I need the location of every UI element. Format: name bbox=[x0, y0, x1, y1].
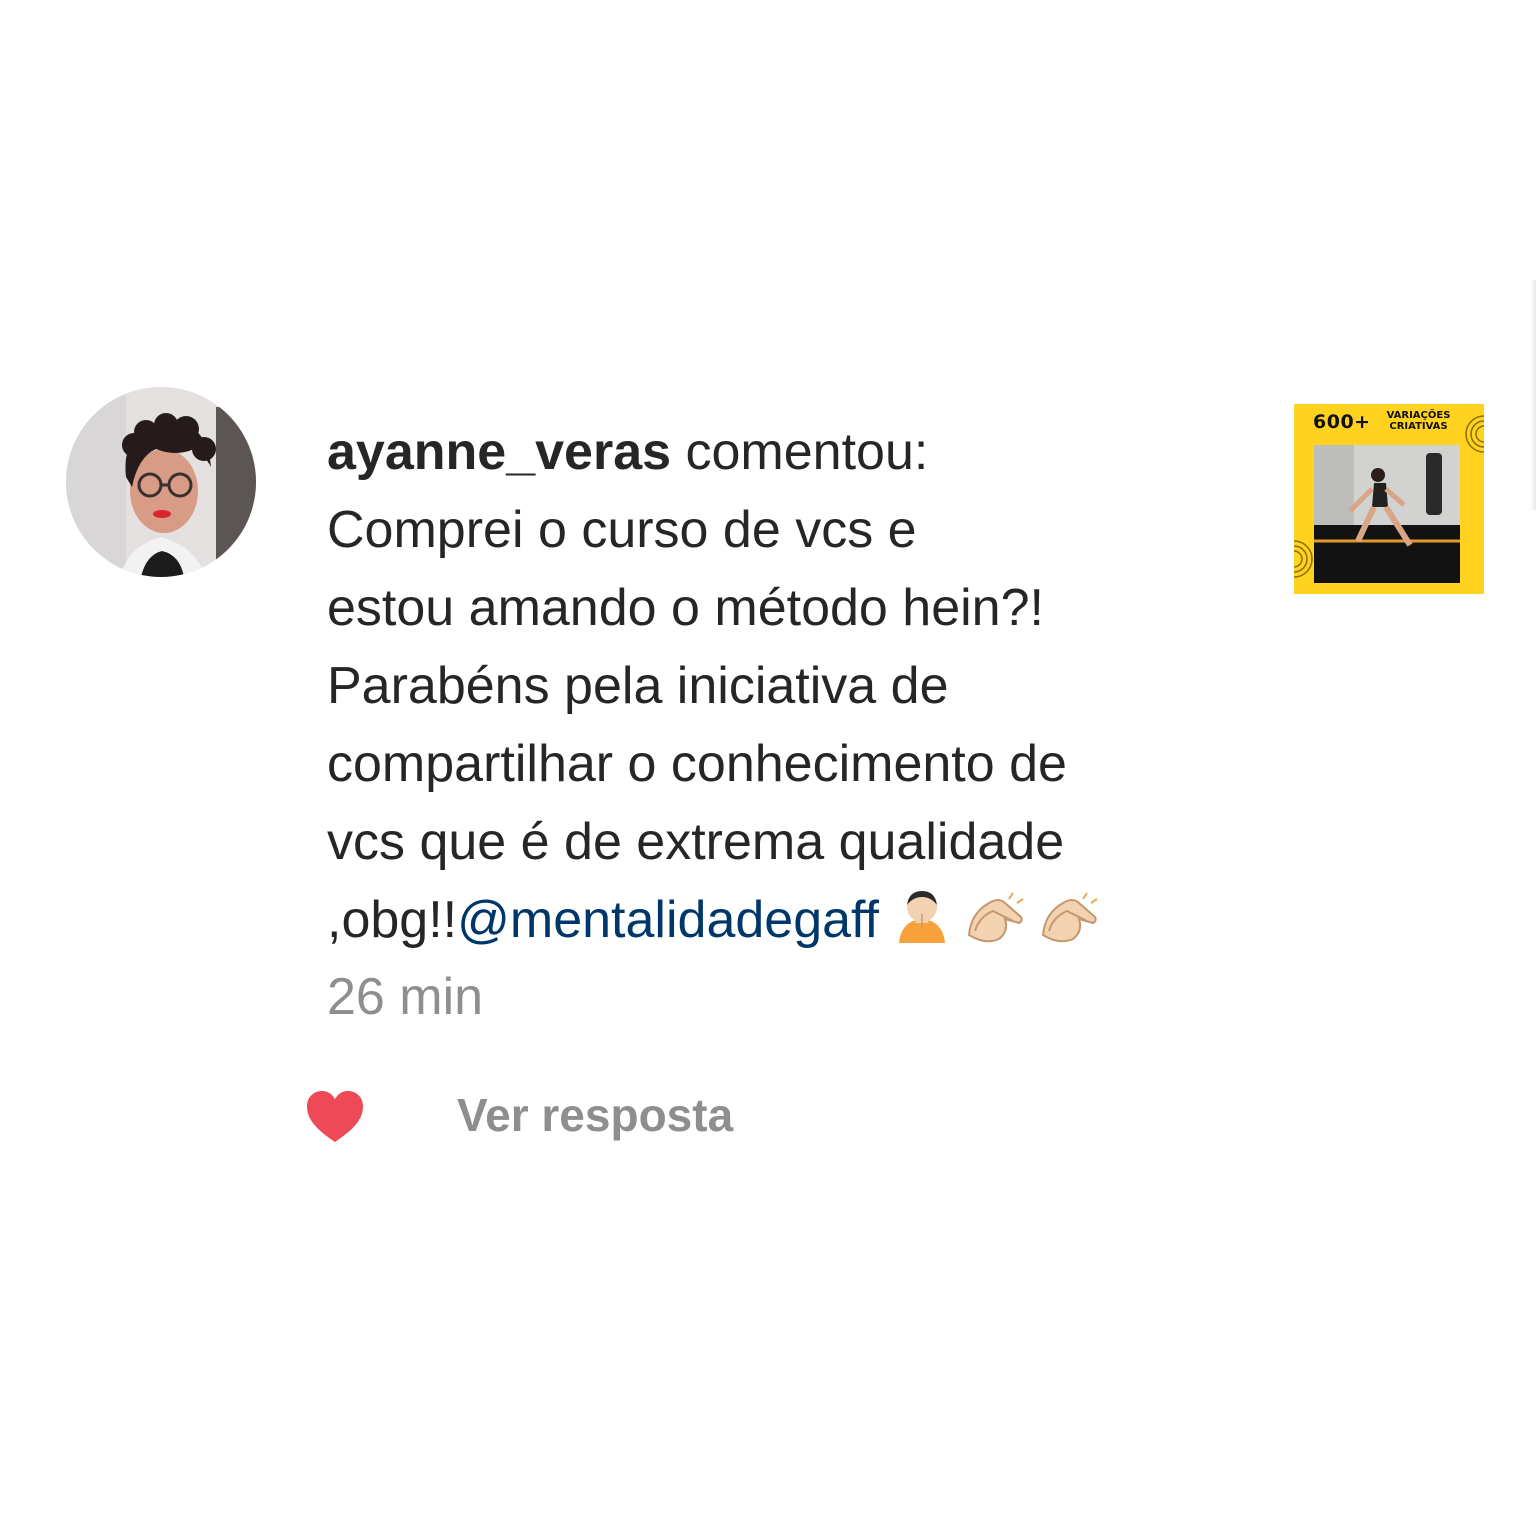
person-bowing-emoji bbox=[893, 887, 951, 965]
comment-text-suffix: ,obg!! bbox=[327, 891, 458, 949]
comment-timestamp: 26 min bbox=[327, 968, 484, 1026]
scroll-edge-shadow bbox=[1530, 280, 1536, 510]
comment-body: ayanne_veras comentou: Comprei o curso d… bbox=[327, 413, 1257, 965]
comment-text-line: estou amando o método hein?! bbox=[327, 579, 1044, 637]
decorative-rings bbox=[1465, 415, 1484, 453]
comment-username[interactable]: ayanne_veras bbox=[327, 423, 671, 481]
heart-icon[interactable] bbox=[306, 1090, 364, 1144]
thumbnail-badge-number: 600+ bbox=[1313, 411, 1371, 433]
comment-header: ayanne_veras comentou: bbox=[327, 413, 1257, 491]
thumbnail-badge-line: CRIATIVAS bbox=[1389, 421, 1448, 432]
thumbnail-badge-line: VARIAÇÕES bbox=[1386, 410, 1451, 421]
view-reply-button[interactable]: Ver resposta bbox=[457, 1082, 733, 1148]
comment-text-line: Comprei o curso de vcs e bbox=[327, 501, 917, 559]
thumbnail-badge-text: VARIAÇÕES CRIATIVAS bbox=[1376, 410, 1461, 432]
mention-link[interactable]: @mentalidadegaff bbox=[457, 891, 879, 949]
clapping-hands-emoji bbox=[965, 887, 1025, 965]
comment-last-line: ,obg!!@mentalidadegaff bbox=[327, 881, 1257, 965]
post-thumbnail[interactable]: 600+ VARIAÇÕES CRIATIVAS bbox=[1294, 404, 1484, 594]
comment-text-line: vcs que é de extrema qualidade bbox=[327, 813, 1065, 871]
decorative-rings bbox=[1294, 540, 1313, 578]
comment-text-line: compartilhar o conhecimento de bbox=[327, 735, 1067, 793]
thumbnail-badge: 600+ VARIAÇÕES CRIATIVAS bbox=[1294, 404, 1484, 444]
thumbnail-photo bbox=[1314, 445, 1460, 583]
clapping-hands-emoji bbox=[1039, 887, 1099, 965]
comment-text-line: Parabéns pela iniciativa de bbox=[327, 657, 949, 715]
avatar[interactable] bbox=[66, 387, 256, 577]
comment-action: comentou: bbox=[685, 423, 929, 481]
